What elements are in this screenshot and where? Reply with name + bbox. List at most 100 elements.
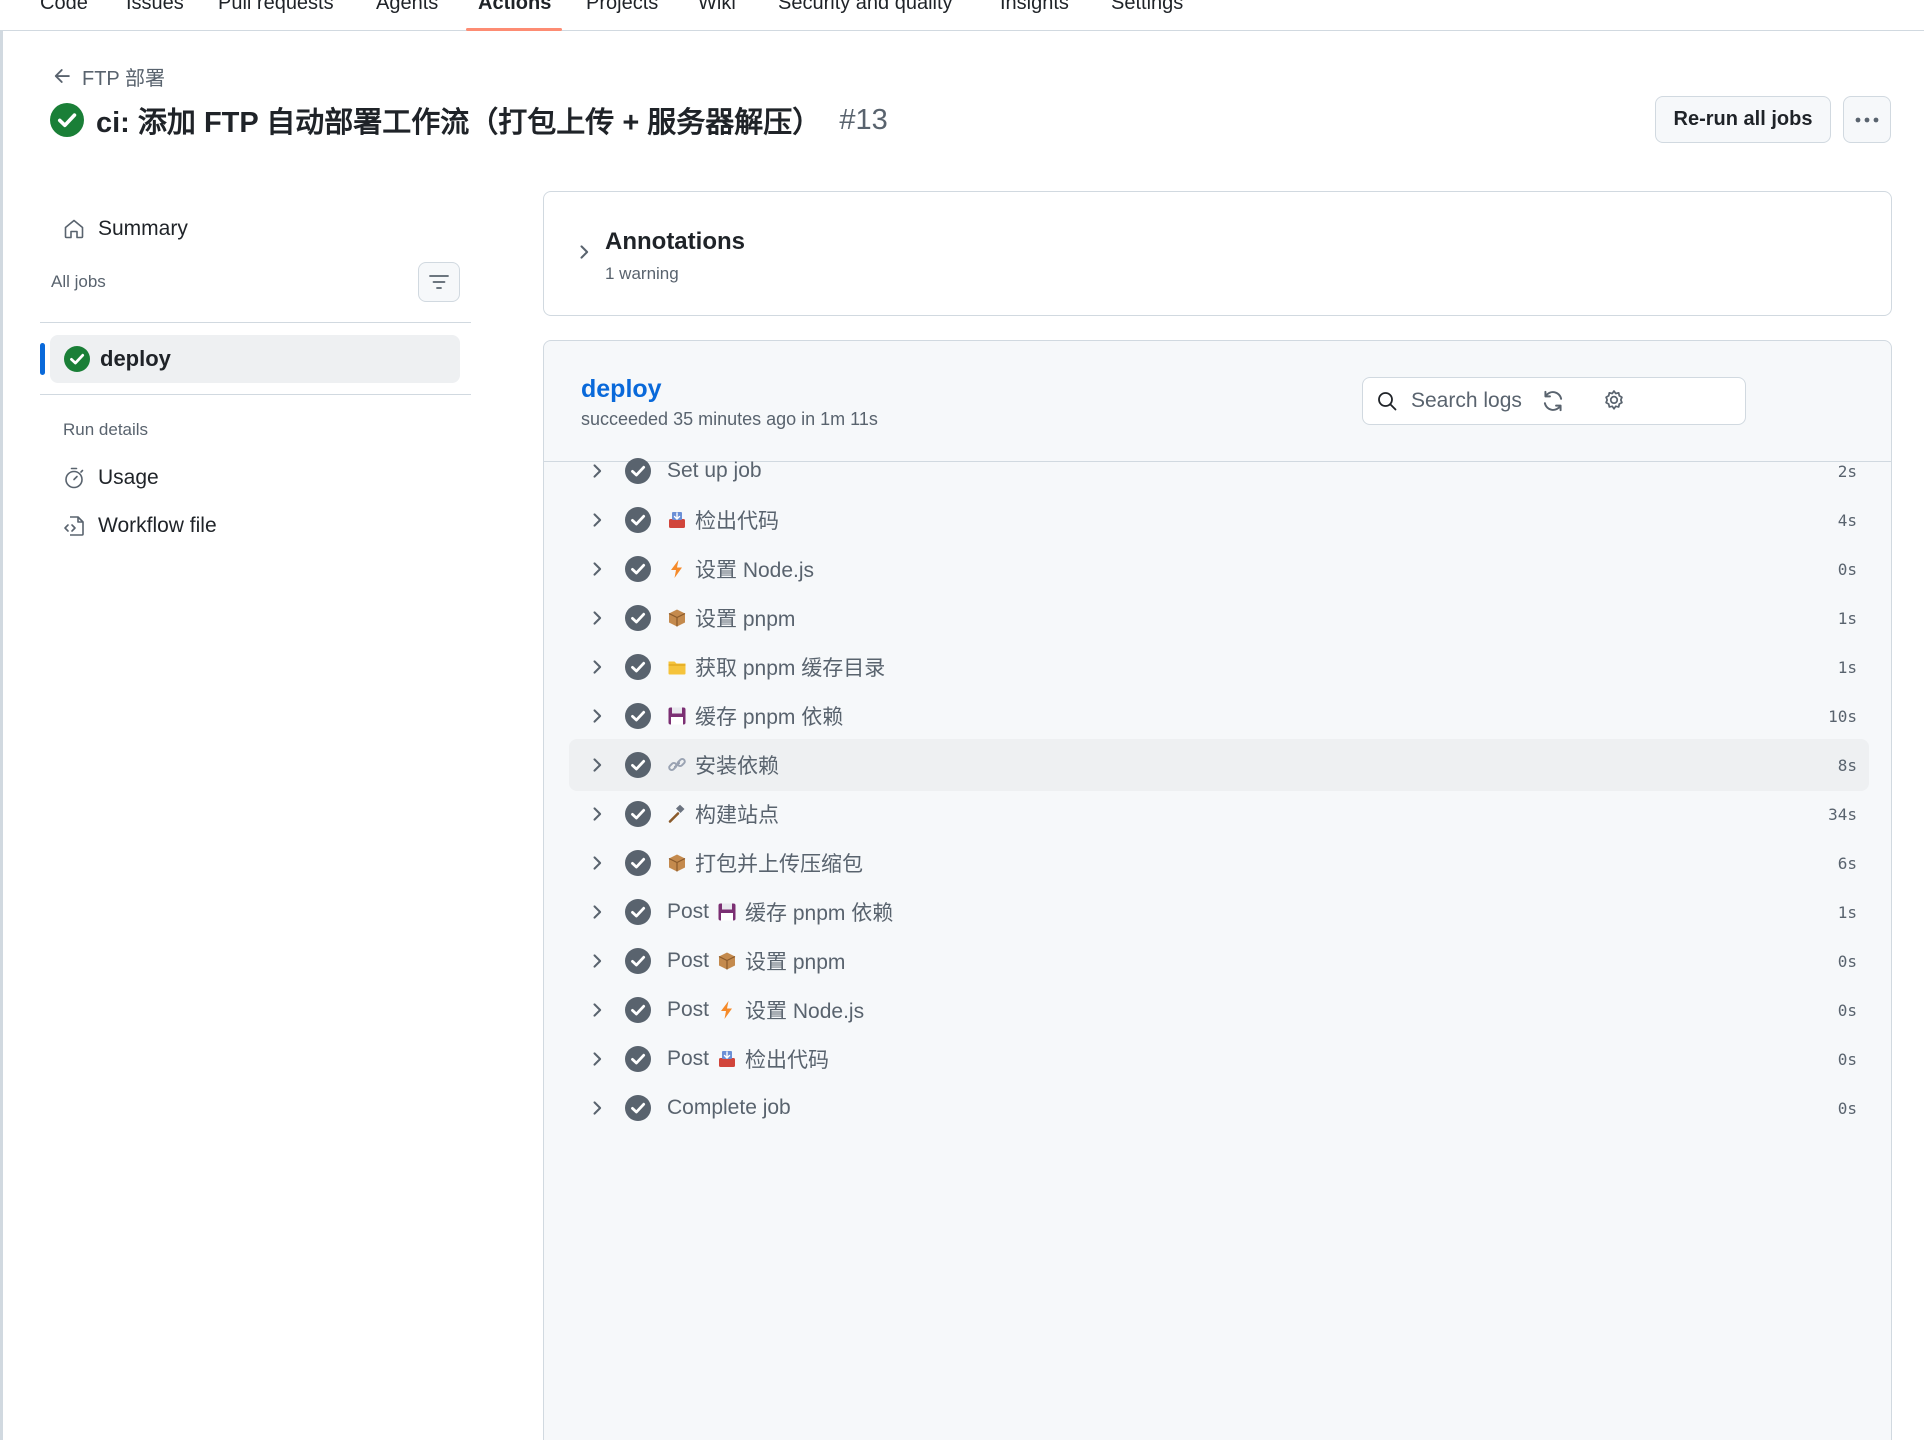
step-label: 构建站点	[695, 804, 779, 827]
sidebar-item-workflow-file[interactable]: Workflow file	[62, 512, 217, 540]
step-name: Post 缓存 pnpm 依赖	[667, 897, 893, 927]
floppy-disk-icon	[668, 707, 686, 725]
run-number: #13	[839, 103, 888, 136]
sidebar-item-usage[interactable]: Usage	[62, 464, 159, 492]
check-circle-fill-icon	[625, 1095, 651, 1121]
chevron-right-icon	[593, 1052, 602, 1066]
step-row[interactable]: 设置 Node.js 0s	[569, 543, 1869, 595]
step-row[interactable]: 获取 pnpm 缓存目录 1s	[569, 641, 1869, 693]
check-circle-fill-icon	[64, 346, 90, 372]
check-circle-fill-icon	[625, 654, 651, 680]
back-link[interactable]: FTP 部署	[52, 64, 165, 90]
step-label: 设置 pnpm	[745, 951, 846, 974]
log-settings-button[interactable]	[1598, 385, 1630, 417]
step-row[interactable]: Post 缓存 pnpm 依赖 1s	[569, 886, 1869, 938]
step-duration: 10s	[1828, 706, 1857, 726]
refresh-logs-button[interactable]	[1537, 385, 1569, 417]
check-circle-fill-icon	[625, 556, 651, 582]
rerun-all-jobs-button[interactable]: Re-run all jobs	[1655, 96, 1831, 143]
summary-label: Summary	[98, 217, 188, 240]
check-circle-fill-icon	[625, 703, 651, 729]
chevron-right-icon	[593, 464, 602, 478]
step-label: 打包并上传压缩包	[695, 853, 863, 876]
chevron-right-icon	[593, 660, 602, 674]
step-name: 安装依赖	[667, 750, 779, 780]
tab-projects[interactable]: Projects	[586, 0, 658, 31]
step-row[interactable]: Set up job 2s	[569, 445, 1869, 497]
chevron-right-icon	[593, 513, 602, 527]
step-row[interactable]: 安装依赖 8s	[569, 739, 1869, 791]
chevron-right-icon	[593, 562, 602, 576]
step-row[interactable]: 构建站点 34s	[569, 788, 1869, 840]
more-options-button[interactable]	[1843, 96, 1891, 143]
step-row[interactable]: 缓存 pnpm 依赖 10s	[569, 690, 1869, 742]
filter-icon	[429, 275, 449, 289]
tab-insights[interactable]: Insights	[1000, 0, 1069, 31]
job-title-link[interactable]: deploy	[581, 375, 662, 404]
step-label: 获取 pnpm 缓存目录	[695, 657, 886, 680]
step-row[interactable]: Post 设置 pnpm 0s	[569, 935, 1869, 987]
step-row[interactable]: Complete job 0s	[569, 1082, 1869, 1134]
step-duration: 0s	[1837, 1098, 1857, 1118]
run-details-heading: Run details	[63, 420, 149, 439]
filter-jobs-button[interactable]	[418, 262, 460, 302]
hammer-icon	[668, 804, 685, 823]
file-code-icon	[64, 516, 84, 536]
lightning-icon	[721, 1001, 733, 1019]
job-status-text: succeeded 35 minutes ago in 1m 11s	[581, 409, 878, 429]
chevron-right-icon	[593, 954, 602, 968]
step-name: 缓存 pnpm 依赖	[667, 701, 843, 731]
chevron-right-icon	[593, 758, 602, 772]
check-circle-fill-icon	[625, 605, 651, 631]
step-duration: 1s	[1837, 608, 1857, 628]
chevron-right-icon	[593, 1003, 602, 1017]
step-duration: 0s	[1837, 1049, 1857, 1069]
tab-agents[interactable]: Agents	[376, 0, 438, 31]
all-jobs-heading: All jobs	[51, 272, 106, 291]
step-prefix: Post	[667, 949, 710, 972]
chevron-right-icon	[593, 709, 602, 723]
tab-issues[interactable]: Issues	[126, 0, 184, 31]
tab-wiki[interactable]: Wiki	[698, 0, 736, 31]
tab-actions[interactable]: Actions	[478, 0, 551, 31]
check-circle-fill-icon	[625, 997, 651, 1023]
stopwatch-icon	[65, 467, 84, 489]
step-name: 构建站点	[667, 799, 779, 829]
inbox-tray-icon	[669, 512, 685, 528]
active-job-indicator	[40, 343, 45, 375]
package-icon	[668, 609, 686, 627]
search-logs-input[interactable]	[1411, 389, 1731, 413]
tab-settings[interactable]: Settings	[1111, 0, 1183, 31]
kebab-horizontal-icon	[1855, 117, 1879, 122]
step-duration: 1s	[1837, 657, 1857, 677]
home-icon	[64, 219, 84, 239]
step-duration: 2s	[1837, 461, 1857, 481]
step-label: 设置 pnpm	[695, 608, 796, 631]
step-name: 设置 Node.js	[667, 554, 814, 584]
step-label: 缓存 pnpm 依赖	[695, 706, 844, 729]
chevron-right-icon	[593, 611, 602, 625]
check-circle-fill-icon	[625, 458, 651, 484]
step-row[interactable]: Post 检出代码 0s	[569, 1033, 1869, 1085]
check-circle-fill-icon	[625, 899, 651, 925]
tab-code[interactable]: Code	[40, 0, 88, 31]
check-circle-fill-icon	[625, 752, 651, 778]
step-duration: 8s	[1837, 755, 1857, 775]
check-circle-fill-icon	[625, 850, 651, 876]
step-row[interactable]: 检出代码 4s	[569, 494, 1869, 546]
step-name: Post 设置 pnpm	[667, 946, 845, 976]
step-row[interactable]: 设置 pnpm 1s	[569, 592, 1869, 644]
step-row[interactable]: Post 设置 Node.js 0s	[569, 984, 1869, 1036]
step-name: 检出代码	[667, 505, 779, 535]
step-duration: 4s	[1837, 510, 1857, 530]
sync-icon	[1543, 390, 1563, 412]
step-row[interactable]: 打包并上传压缩包 6s	[569, 837, 1869, 889]
step-name: 获取 pnpm 缓存目录	[667, 652, 885, 682]
step-prefix: Post	[667, 900, 710, 923]
sidebar-job-deploy[interactable]: deploy	[50, 335, 460, 383]
sidebar-item-summary[interactable]: Summary	[62, 215, 188, 243]
annotations-panel[interactable]: Annotations 1 warning	[543, 191, 1892, 316]
tab-pull-requests[interactable]: Pull requests	[218, 0, 334, 31]
step-prefix: Post	[667, 998, 710, 1021]
tab-security[interactable]: Security and quality	[778, 0, 953, 31]
